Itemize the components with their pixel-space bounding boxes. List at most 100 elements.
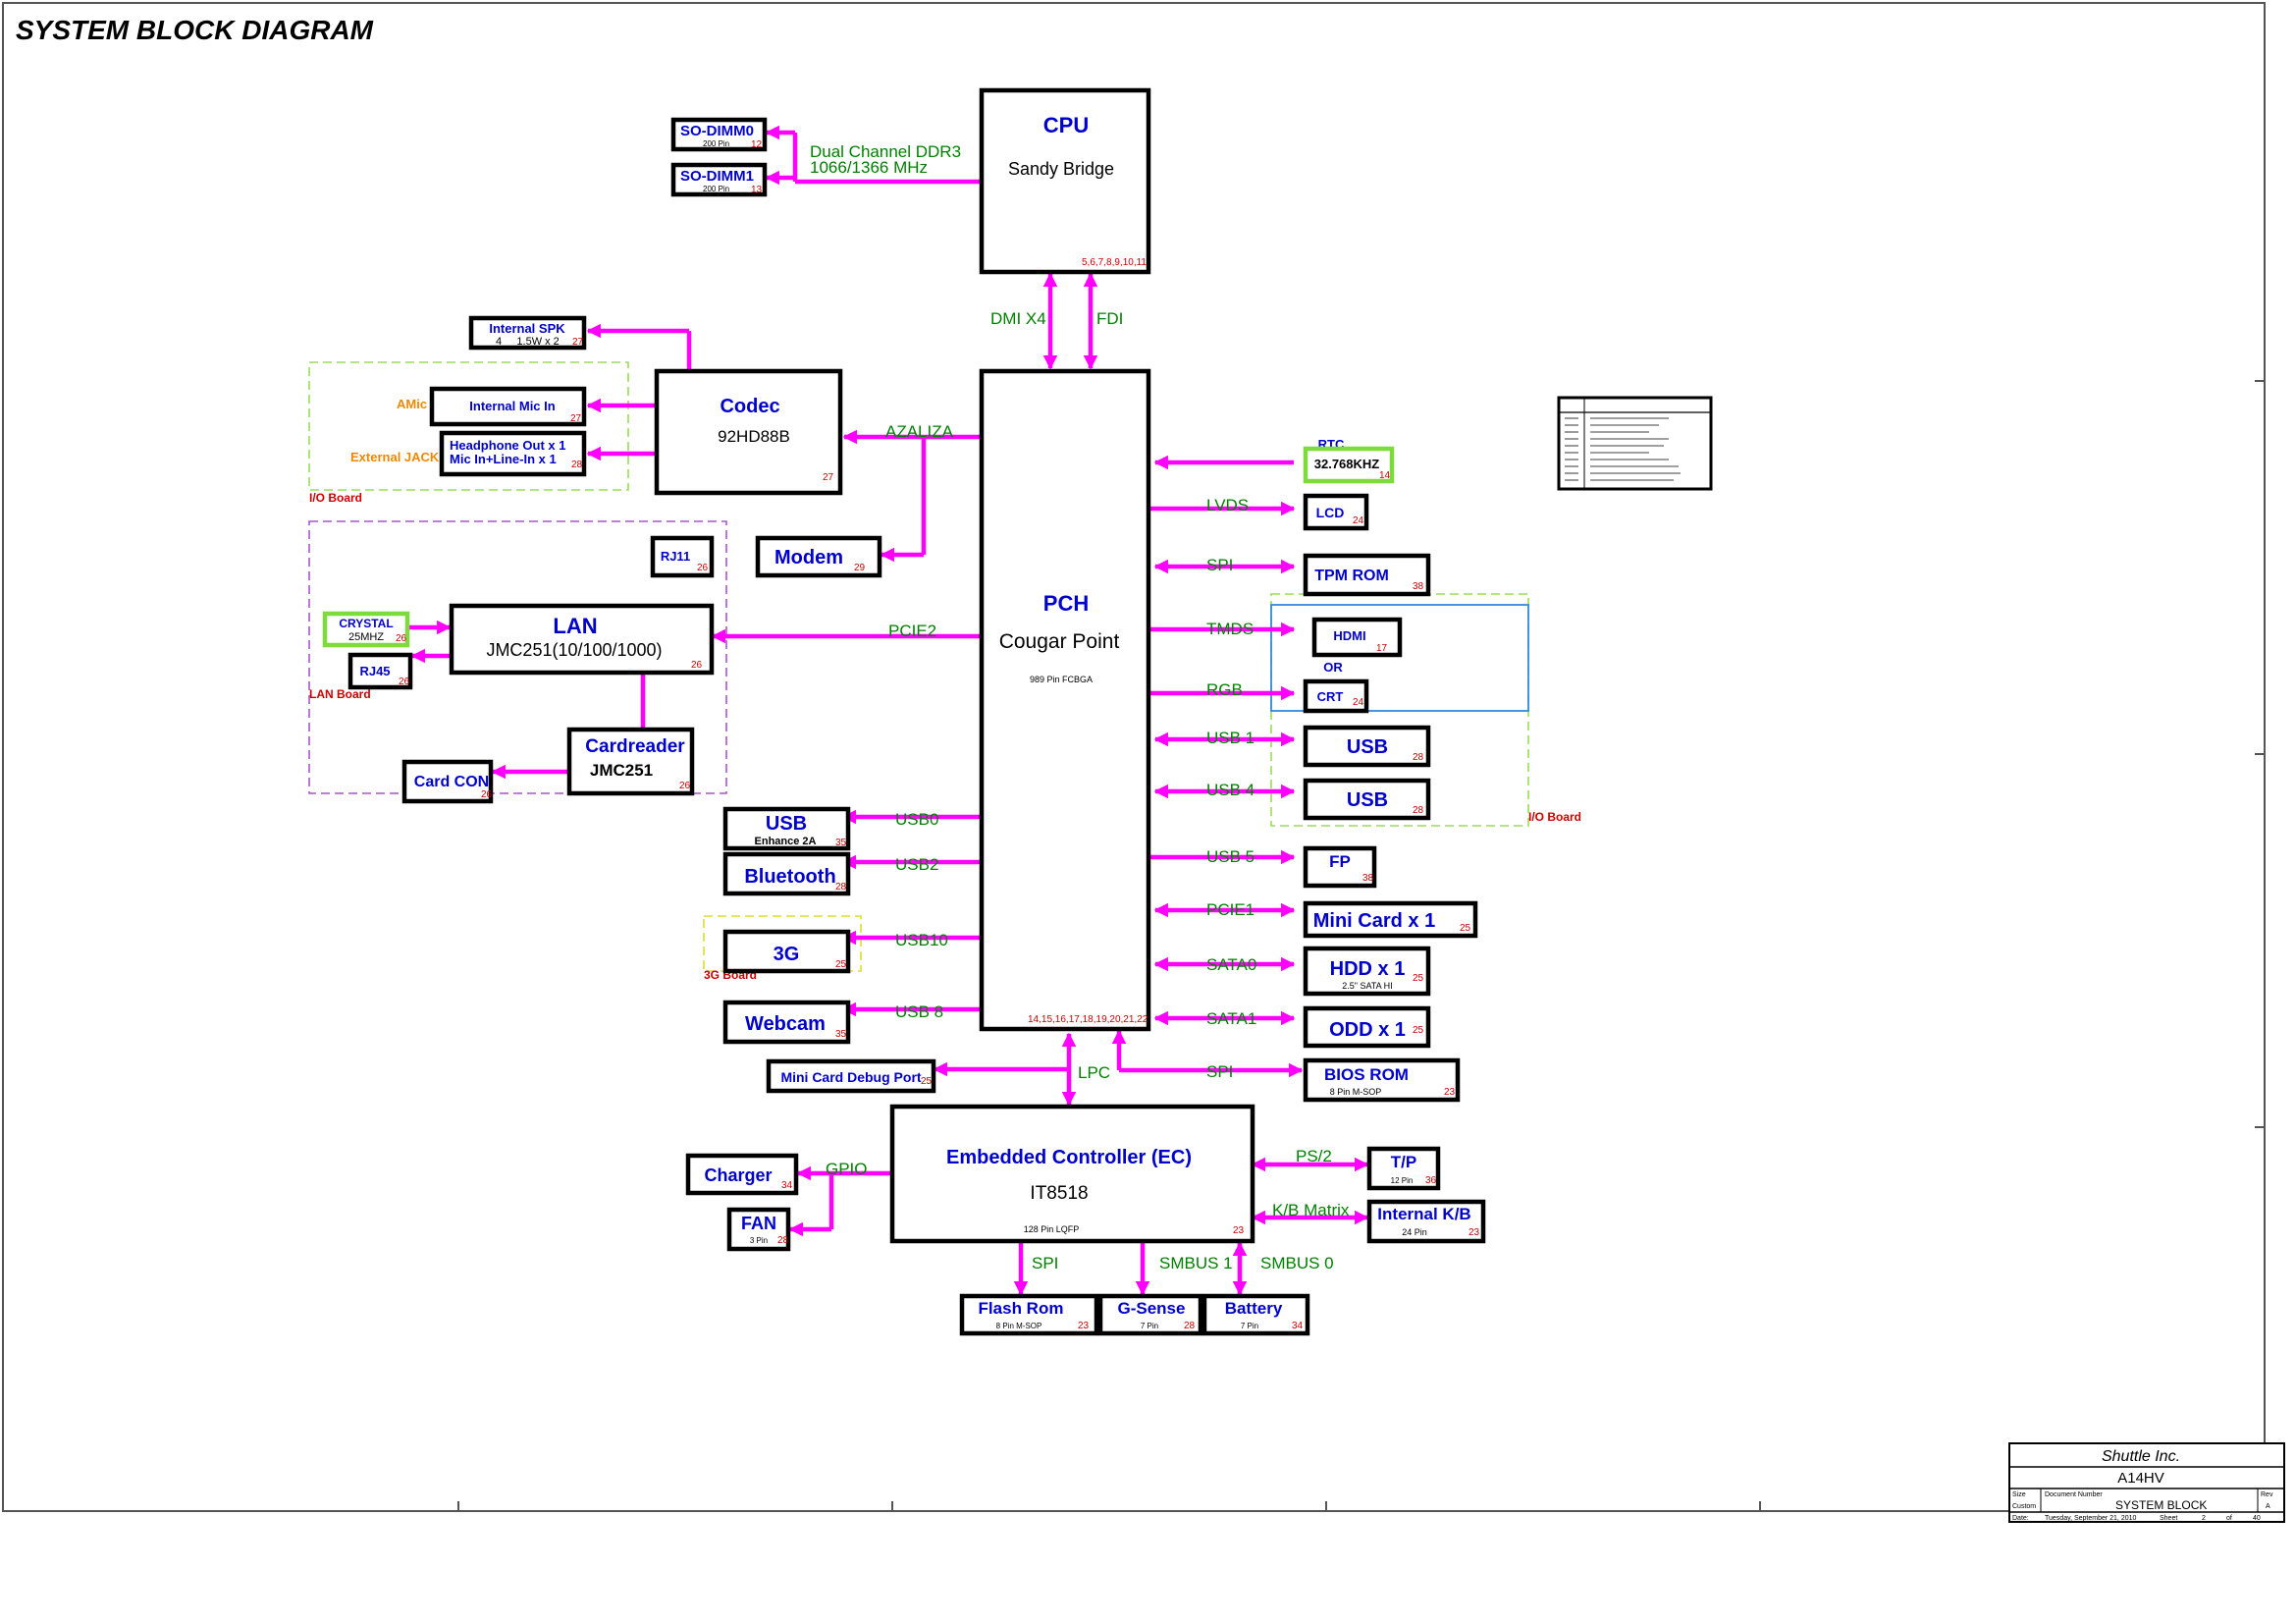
bios-rom-page: 23 [1444,1087,1456,1098]
rj45-block: RJ45 26 [347,652,413,690]
pch-package: 989 Pin FCBGA [1030,675,1093,684]
3g-block: 3G 25 [722,929,851,974]
rj11-label: RJ11 [661,549,690,564]
so-dimm0-page: 12 [751,139,763,150]
sata1-bus-label: SATA1 [1206,1009,1256,1028]
title-date-label: Date: [2012,1515,2029,1522]
cpu-label: CPU [1043,113,1089,137]
hdmi-label: HDMI [1333,628,1365,643]
pch-pages: 14,15,16,17,18,19,20,21,22 [1028,1014,1148,1025]
pch-block: PCH Cougar Point 989 Pin FCBGA 14,15,16,… [979,368,1151,1032]
sata0-bus-label: SATA0 [1206,955,1256,974]
spi-bios-bus-label: SPI [1206,1062,1233,1081]
left-usb-enhance-block: USB Enhance 2A 35 [722,806,851,851]
internal-spk-spec: 4 1.5W x 2 [496,336,560,348]
so-dimm0-pins: 200 Pin [703,139,729,148]
debug-port-block: Mini Card Debug Port 25 [766,1058,936,1094]
webcam-label: Webcam [745,1013,826,1035]
codec-label: Codec [720,396,779,417]
rj11-block: RJ11 26 [650,535,715,578]
crystal-label: CRYSTAL [339,617,393,630]
fp-page: 38 [1362,873,1374,884]
ec-package: 128 Pin LQFP [1024,1224,1080,1234]
pcie1-bus-label: PCIE1 [1206,900,1255,919]
flash-rom-label: Flash Rom [979,1299,1064,1318]
usb0-bus-label: USB0 [895,810,938,829]
memory-speed-label: 1066/1366 MHz [810,158,928,177]
internal-spk-label: Internal SPK [489,321,565,336]
bluetooth-label: Bluetooth [744,866,835,888]
ps2-bus-label: PS/2 [1296,1147,1332,1165]
right-usb4-page: 28 [1413,805,1424,816]
title-rev: A [2266,1503,2270,1510]
bios-rom-block: BIOS ROM 8 Pin M-SOP 23 [1303,1057,1461,1103]
debug-port-page: 25 [921,1076,933,1087]
lan-page: 26 [691,660,703,671]
fp-block: FP 38 [1303,845,1377,889]
usb5-bus-label: USB 5 [1206,847,1255,866]
fdi-label: FDI [1096,309,1123,328]
touchpad-sub: 12 Pin [1391,1176,1414,1185]
title-size-label: Size [2012,1491,2026,1498]
ec-block: Embedded Controller (EC) IT8518 128 Pin … [889,1104,1255,1244]
fan-page: 28 [777,1235,789,1246]
title-doc: SYSTEM BLOCK [2115,1498,2207,1512]
lvds-bus-label: LVDS [1206,496,1249,514]
io-board-right-label: I/O Board [1528,810,1581,824]
external-jack-label: External JACK [350,450,440,464]
usb8-bus-label: USB 8 [895,1002,943,1021]
battery-sub: 7 Pin [1241,1322,1258,1330]
modem-page: 29 [854,563,866,573]
lan-label: LAN [553,614,597,638]
title-size: Custom [2012,1503,2036,1510]
revision-table [1557,396,1713,491]
hdd-page: 25 [1413,973,1424,984]
kb-matrix-bus-label: K/B Matrix [1272,1201,1350,1219]
internal-spk-page: 27 [572,337,584,348]
right-usb1-label: USB [1347,736,1388,758]
charger-block: Charger 34 [685,1153,799,1196]
battery-label: Battery [1225,1299,1283,1318]
3g-page: 25 [835,959,847,970]
internal-mic-label: Internal Mic In [469,399,555,413]
dmi-label: DMI X4 [990,309,1046,328]
so-dimm1-page: 13 [751,185,763,195]
lcd-page: 24 [1353,515,1364,526]
crt-block: CRT 24 [1303,678,1369,714]
left-usb-label: USB [766,813,807,835]
charger-page: 34 [781,1180,793,1191]
flash-rom-block: Flash Rom 8 Pin M-SOP 23 [959,1293,1099,1336]
lcd-block: LCD 24 [1303,493,1369,531]
right-usb1-block: USB 28 [1303,725,1431,768]
or-label: OR [1323,660,1343,675]
odd-block: ODD x 1 25 [1303,1005,1431,1049]
pch-label: PCH [1043,591,1089,616]
fan-block: FAN 3 Pin 28 [726,1207,791,1252]
bios-rom-label: BIOS ROM [1324,1065,1409,1084]
ec-page: 23 [1233,1225,1245,1236]
so-dimm1-label: SO-DIMM1 [680,168,754,185]
touchpad-label: T/P [1391,1153,1416,1171]
hdd-label: HDD x 1 [1330,958,1406,980]
cardreader-label: Cardreader [585,736,685,757]
internal-kb-page: 23 [1468,1227,1480,1238]
mic-line-label: Mic In+Line-In x 1 [450,452,557,466]
webcam-block: Webcam 35 [722,1000,851,1045]
smbus0-bus-label: SMBUS 0 [1260,1254,1334,1272]
rj11-page: 26 [697,563,709,573]
cardreader-chip: JMC251 [590,761,653,780]
touchpad-block: T/P 12 Pin 36 [1366,1146,1441,1191]
hdmi-block: HDMI 17 [1311,617,1403,658]
so-dimm1-block: SO-DIMM1 200 Pin 13 [670,162,768,197]
left-usb-sub: Enhance 2A [755,836,817,847]
right-usb4-label: USB [1347,789,1388,811]
mini-card-page: 25 [1460,923,1471,934]
internal-spk-block: Internal SPK 4 1.5W x 2 27 [468,315,587,351]
pch-name: Cougar Point [999,630,1120,653]
title-block: Shuttle Inc. A14HV Size Custom Document … [2008,1442,2285,1523]
amic-label: AMic [397,397,427,411]
right-usb1-page: 28 [1413,752,1424,763]
block-diagram: SYSTEM BLOCK DIAGRAM I/O Board LAN Board… [2,2,2285,1523]
internal-kb-label: Internal K/B [1377,1205,1470,1223]
crt-page: 24 [1353,697,1364,708]
